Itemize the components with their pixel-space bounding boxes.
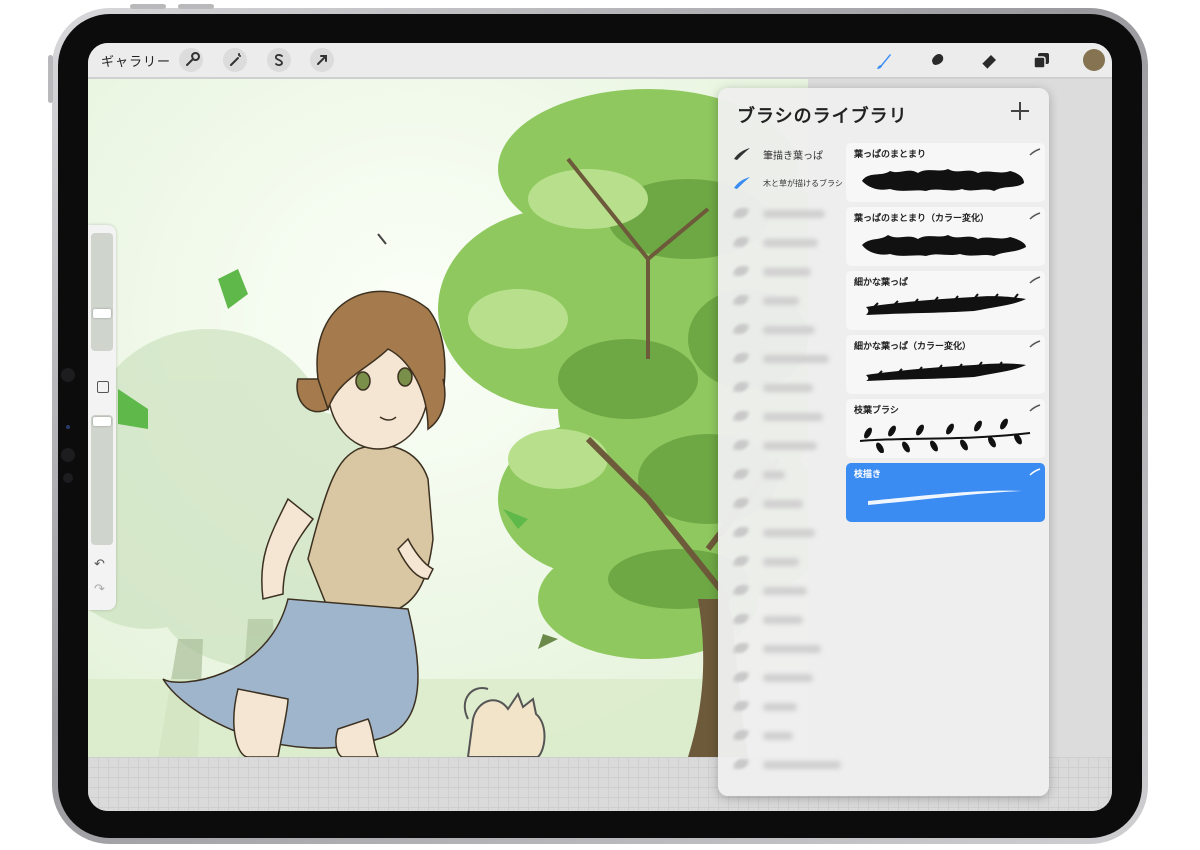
- wrench-icon[interactable]: [179, 48, 203, 72]
- redo-icon[interactable]: ↷: [94, 582, 105, 597]
- brush-edit-icon[interactable]: [1029, 468, 1041, 476]
- brush-card[interactable]: 細かな葉っぱ（カラー変化）: [846, 335, 1045, 394]
- category-label: 木と草が描けるブラシ: [763, 179, 843, 188]
- brush-edit-icon[interactable]: [1029, 212, 1041, 220]
- magic-wand-icon[interactable]: [223, 48, 247, 72]
- brush-card-selected[interactable]: 枝描き: [846, 463, 1045, 522]
- brush-stroke-preview: [862, 169, 1024, 191]
- camera-dot-2: [61, 448, 75, 462]
- top-toolbar: ギャラリー: [88, 43, 1112, 79]
- layers-icon[interactable]: [1029, 49, 1053, 73]
- brush-edit-icon[interactable]: [1029, 404, 1041, 412]
- color-swatch[interactable]: [1083, 49, 1105, 71]
- panel-title: ブラシのライブラリ: [737, 106, 908, 127]
- brush-card[interactable]: 葉っぱのまとまり: [846, 143, 1045, 202]
- sensor-dot: [66, 425, 70, 429]
- gallery-button[interactable]: ギャラリー: [101, 51, 171, 70]
- top-button-left: [130, 4, 166, 9]
- category-item[interactable]: 筆描き葉っぱ: [718, 141, 846, 169]
- artwork-illustration: [88, 79, 808, 757]
- category-label: 筆描き葉っぱ: [763, 151, 823, 162]
- brush-stroke-preview: [862, 235, 1026, 256]
- brush-size-slider[interactable]: [91, 233, 113, 351]
- brush-card[interactable]: 葉っぱのまとまり（カラー変化）: [846, 207, 1045, 266]
- app-screen: ギャラリー ↶ ↷ ブラシのライブラリ 筆描き葉っぱ 木と草が描けるブラシ 葉っ…: [88, 43, 1112, 811]
- brush-stroke-preview: [866, 293, 1026, 315]
- opacity-slider[interactable]: [91, 415, 113, 545]
- undo-icon[interactable]: ↶: [94, 557, 105, 572]
- brush-size-knob[interactable]: [93, 309, 111, 318]
- drawing-canvas[interactable]: [88, 79, 808, 757]
- brush-set-icon: [734, 148, 750, 160]
- brush-stroke-preview: [868, 490, 1022, 505]
- left-sidebar: ↶ ↷: [88, 225, 116, 610]
- brush-library-panel: ブラシのライブラリ 筆描き葉っぱ 木と草が描けるブラシ 葉っぱのまとまり 葉っぱ…: [718, 88, 1049, 796]
- arrow-icon[interactable]: [310, 48, 334, 72]
- category-list-blurred: [718, 198, 846, 788]
- brush-stroke-preview: [866, 361, 1026, 381]
- side-button: [48, 55, 53, 103]
- brush-card[interactable]: 枝葉ブラシ: [846, 399, 1045, 458]
- category-item-selected[interactable]: 木と草が描けるブラシ: [718, 170, 846, 198]
- camera-dot: [61, 368, 75, 382]
- top-button-right: [178, 4, 214, 9]
- smudge-icon[interactable]: [924, 49, 948, 73]
- opacity-knob[interactable]: [93, 417, 111, 426]
- brush-edit-icon[interactable]: [1029, 340, 1041, 348]
- brush-stroke-preview: [859, 418, 1031, 453]
- eraser-icon[interactable]: [977, 49, 1001, 73]
- brush-set-icon: [734, 177, 750, 189]
- brush-edit-icon[interactable]: [1029, 276, 1041, 284]
- brush-edit-icon[interactable]: [1029, 148, 1041, 156]
- add-brush-icon[interactable]: [1010, 102, 1030, 122]
- selection-icon[interactable]: [267, 48, 291, 72]
- camera-dot-3: [63, 473, 73, 483]
- brush-icon[interactable]: [871, 49, 895, 73]
- brush-card[interactable]: 細かな葉っぱ: [846, 271, 1045, 330]
- modify-button[interactable]: [97, 381, 109, 393]
